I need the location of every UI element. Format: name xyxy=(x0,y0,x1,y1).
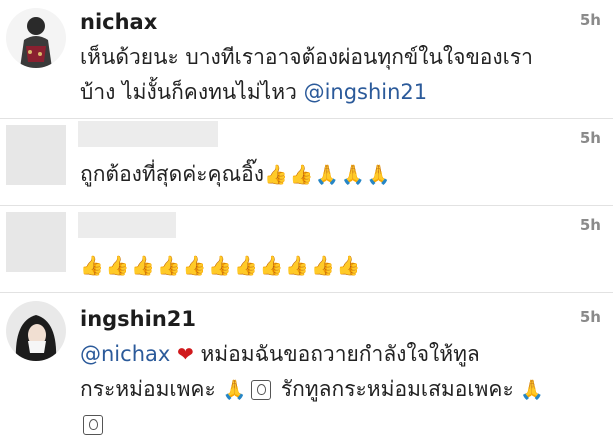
comment-text-segment: ถูกต้องที่สุดค่ะคุณอิ๊ง xyxy=(80,162,264,186)
comment-timestamp: 5h xyxy=(579,216,601,234)
comment-text-line: @nichax ❤ หม่อมฉันขอถวายกำลังใจให้ทูล xyxy=(80,337,580,372)
comment-item: 5h ถูกต้องที่สุดค่ะคุณอิ๊ง👍 👍 🙏 🙏 🙏 xyxy=(0,119,613,205)
comment-username-redacted xyxy=(78,121,218,147)
user-avatar[interactable] xyxy=(6,301,66,361)
comment-text-line: บ้าง ไม่งั้นก็คงทนไม่ไหว @ingshin21 xyxy=(80,75,580,110)
alien-icon xyxy=(83,415,103,435)
folded-hands-icon: 🙏 xyxy=(520,379,545,401)
thumbs-up-icon: 👍 xyxy=(131,255,156,277)
comment-text: เห็นด้วยนะ บางทีเราอาจต้องผ่อนทุกข์ในใจข… xyxy=(80,40,580,110)
folded-hands-icon: 🙏 xyxy=(315,164,339,186)
mention-link[interactable]: @ingshin21 xyxy=(304,80,428,104)
blank-avatar-icon[interactable] xyxy=(6,212,66,272)
comment-text-segment: กระหม่อมเพคะ xyxy=(80,377,216,401)
comment-timestamp: 5h xyxy=(579,308,601,326)
thumbs-up-icon: 👍 xyxy=(289,164,314,186)
thumbs-up-icon: 👍 xyxy=(182,255,207,277)
thumbs-up-icon: 👍 xyxy=(285,255,310,277)
folded-hands-icon: 🙏 xyxy=(222,379,247,401)
heart-icon: ❤ xyxy=(176,342,194,366)
folded-hands-icon: 🙏 xyxy=(340,164,365,186)
blank-avatar-icon[interactable] xyxy=(6,125,66,185)
thumbs-up-icon: 👍 xyxy=(311,255,335,277)
user-avatar[interactable] xyxy=(6,8,66,68)
folded-hands-icon: 🙏 xyxy=(366,164,391,186)
comment-text: @nichax ❤ หม่อมฉันขอถวายกำลังใจให้ทูล กร… xyxy=(80,337,580,442)
comment-text-line: กระหม่อมเพคะ 🙏 รักทูลกระหม่อมเสมอเพคะ 🙏 xyxy=(80,372,580,407)
thumbs-up-icon: 👍 xyxy=(80,255,104,277)
comment-text: 👍 👍 👍 👍 👍 👍 👍 👍 👍 👍 👍 xyxy=(80,248,580,283)
thumbs-up-icon: 👍 xyxy=(157,255,181,277)
emoji-group: 👍 👍 🙏 🙏 🙏 xyxy=(264,162,392,186)
comment-item: nichax 5h เห็นด้วยนะ บางทีเราอาจต้องผ่อน… xyxy=(0,0,613,118)
comment-username[interactable]: nichax xyxy=(80,10,157,34)
comment-timestamp: 5h xyxy=(579,11,601,29)
comment-item: 5h 👍 👍 👍 👍 👍 👍 👍 👍 👍 👍 👍 xyxy=(0,206,613,292)
thumbs-up-icon: 👍 xyxy=(234,255,258,277)
comment-username-redacted xyxy=(78,212,176,238)
comment-text: ถูกต้องที่สุดค่ะคุณอิ๊ง👍 👍 🙏 🙏 🙏 xyxy=(80,157,580,192)
comment-username[interactable]: ingshin21 xyxy=(80,307,196,331)
comment-text-segment: หม่อมฉันขอถวายกำลังใจให้ทูล xyxy=(200,342,480,366)
thumbs-up-icon: 👍 xyxy=(336,255,361,277)
thumbs-up-icon: 👍 xyxy=(263,164,288,186)
comment-item: ingshin21 5h @nichax ❤ หม่อมฉันขอถวายกำล… xyxy=(0,293,613,435)
comment-text-segment: รักทูลกระหม่อมเสมอเพคะ xyxy=(280,377,514,401)
comment-timestamp: 5h xyxy=(579,129,601,147)
comment-text-line: เห็นด้วยนะ บางทีเราอาจต้องผ่อนทุกข์ในใจข… xyxy=(80,45,533,69)
comment-text-segment: บ้าง ไม่งั้นก็คงทนไม่ไหว xyxy=(80,80,304,104)
thumbs-up-icon: 👍 xyxy=(259,255,284,277)
alien-icon xyxy=(251,380,272,400)
thumbs-up-icon: 👍 xyxy=(105,255,130,277)
comment-text-line xyxy=(80,407,580,442)
thumbs-up-icon: 👍 xyxy=(208,255,233,277)
mention-link[interactable]: @nichax xyxy=(80,342,170,366)
